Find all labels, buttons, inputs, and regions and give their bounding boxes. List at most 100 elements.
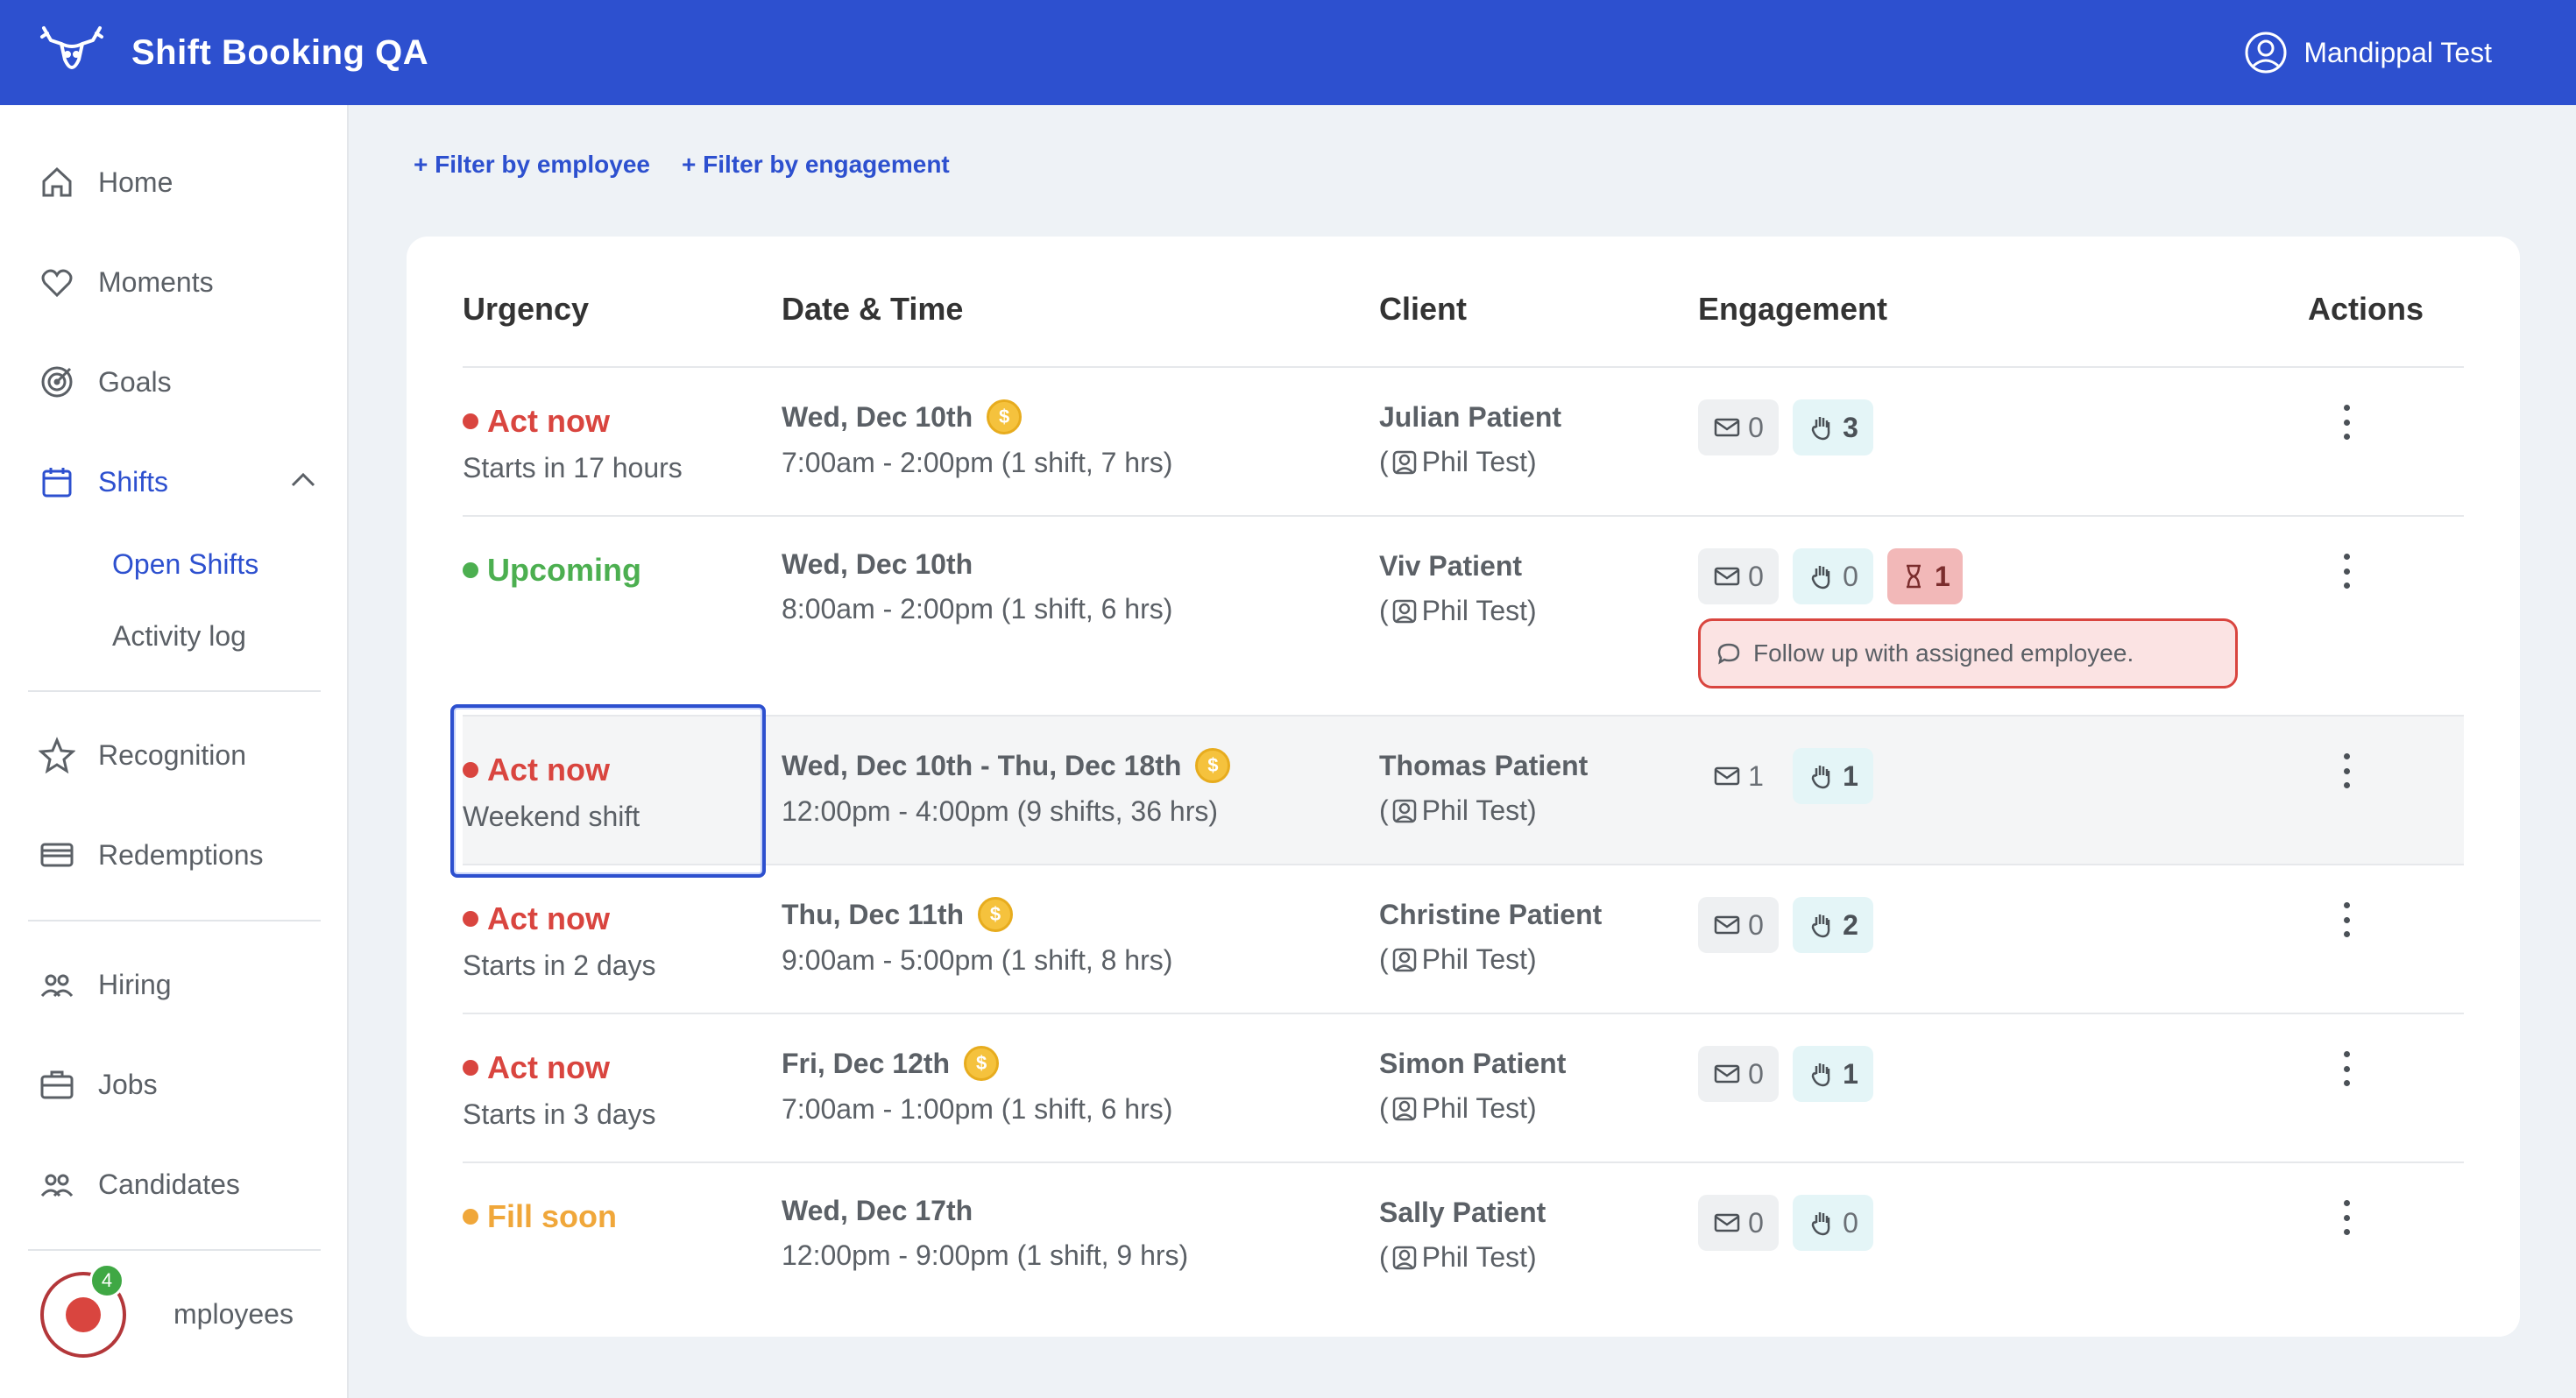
people-icon [40, 974, 74, 998]
urgency-detail: Starts in 3 days [463, 1098, 656, 1130]
shift-date: Wed, Dec 10th [782, 548, 973, 580]
status-dot-icon [463, 1209, 478, 1225]
messages-pill[interactable]: 0 [1698, 1046, 1779, 1102]
chevron-up-icon[interactable] [287, 464, 319, 496]
person-icon [1392, 799, 1416, 823]
notification-badge: 4 [89, 1263, 124, 1298]
header-client[interactable]: Client [1379, 291, 1467, 328]
shift-date: Wed, Dec 10th $ [782, 399, 1172, 434]
row-actions-menu-icon[interactable] [2338, 753, 2355, 788]
sidebar-item-label: Moments [98, 265, 214, 298]
urgency-status: Act now [463, 900, 656, 937]
sidebar-item-hiring[interactable]: Hiring [39, 958, 172, 1011]
shift-date: Wed, Dec 10th - Thu, Dec 18th $ [782, 748, 1231, 783]
row-actions-menu-icon[interactable] [2338, 1200, 2355, 1235]
brand[interactable]: Shift Booking QA [39, 25, 428, 81]
assigned-employee: (Phil Test) [1379, 446, 1537, 477]
sidebar-subitem-open-shifts[interactable]: Open Shifts [112, 548, 258, 581]
table-row[interactable]: Upcoming Wed, Dec 10th 8:00am - 2:00pm (… [463, 515, 2464, 715]
people-icon [40, 1174, 74, 1197]
sidebar-item-moments[interactable]: Moments [39, 256, 214, 308]
status-dot-icon [463, 413, 478, 429]
sidebar-item-shifts[interactable]: Shifts [39, 455, 168, 508]
messages-pill[interactable]: 1 [1698, 748, 1779, 804]
filter-bar: + Filter by employee + Filter by engagem… [414, 151, 950, 179]
sidebar-item-jobs[interactable]: Jobs [39, 1058, 158, 1111]
header-engagement[interactable]: Engagement [1698, 291, 1887, 328]
raised-hand-icon [1811, 766, 1830, 789]
interest-pill[interactable]: 1 [1793, 1046, 1873, 1102]
row-actions-menu-icon[interactable] [2338, 902, 2355, 937]
row-actions-menu-icon[interactable] [2338, 405, 2355, 440]
messages-pill[interactable]: 0 [1698, 548, 1779, 604]
assigned-employee: (Phil Test) [1379, 1092, 1537, 1124]
sidebar-item-goals[interactable]: Goals [39, 356, 172, 408]
sidebar-item-redemptions[interactable]: Redemptions [39, 829, 264, 881]
interest-pill[interactable]: 0 [1793, 548, 1873, 604]
sidebar-subitem-activity-log[interactable]: Activity log [112, 620, 246, 653]
header-urgency[interactable]: Urgency [463, 291, 589, 328]
follow-up-note[interactable]: Follow up with assigned employee. [1698, 618, 2238, 688]
interest-pill[interactable]: 1 [1793, 748, 1873, 804]
client-name[interactable]: Viv Patient [1379, 550, 1537, 582]
sidebar-item-employees[interactable]: mployees [173, 1288, 294, 1340]
messages-pill[interactable]: 0 [1698, 1195, 1779, 1251]
table-header: Urgency Date & Time Client Engagement Ac… [407, 291, 2520, 343]
home-icon [42, 166, 72, 197]
bonus-coin-icon: $ [964, 1046, 1000, 1081]
messages-pill[interactable]: 0 [1698, 897, 1779, 953]
engagement-cell: 0 3 [1698, 399, 1873, 455]
sidebar-item-label: Redemptions [98, 838, 264, 871]
sidebar: Home Moments Goals Shifts Open Shifts Ac… [0, 105, 349, 1398]
mail-icon [1714, 915, 1740, 935]
client-name[interactable]: Simon Patient [1379, 1048, 1566, 1080]
engagement-cell: 0 0 1 [1698, 548, 1963, 604]
shift-time: 12:00pm - 9:00pm (1 shift, 9 hrs) [782, 1239, 1189, 1271]
header-datetime[interactable]: Date & Time [782, 291, 963, 328]
interest-pill[interactable]: 2 [1793, 897, 1873, 953]
client-name[interactable]: Thomas Patient [1379, 750, 1588, 782]
shift-date: Wed, Dec 17th [782, 1195, 973, 1226]
card-icon [40, 843, 74, 867]
filter-by-engagement-link[interactable]: + Filter by engagement [682, 151, 950, 179]
person-icon [1392, 948, 1416, 971]
urgency-status: Act now [463, 403, 683, 440]
sidebar-item-recognition[interactable]: Recognition [39, 729, 246, 781]
client-name[interactable]: Sally Patient [1379, 1197, 1546, 1229]
table-row[interactable]: Act now Starts in 3 days Fri, Dec 12th $ … [463, 1013, 2464, 1161]
person-icon [1392, 1246, 1416, 1269]
row-actions-menu-icon[interactable] [2338, 554, 2355, 589]
heart-icon [41, 269, 73, 298]
record-dot-icon [66, 1297, 101, 1332]
assigned-employee: (Phil Test) [1379, 794, 1537, 826]
interest-pill[interactable]: 0 [1793, 1195, 1873, 1251]
shift-date: Fri, Dec 12th $ [782, 1046, 1172, 1081]
raised-hand-icon [1811, 417, 1830, 441]
engagement-cell: 0 2 [1698, 897, 1873, 953]
client-name[interactable]: Christine Patient [1379, 899, 1602, 931]
sidebar-item-label: mployees [173, 1297, 294, 1330]
pending-pill[interactable]: 1 [1887, 548, 1963, 604]
table-row[interactable]: Act now Starts in 17 hours Wed, Dec 10th… [463, 366, 2464, 515]
table-row[interactable]: Fill soon Wed, Dec 17th 12:00pm - 9:00pm… [463, 1161, 2464, 1310]
filter-by-employee-link[interactable]: + Filter by employee [414, 151, 650, 179]
sidebar-item-home[interactable]: Home [39, 156, 173, 208]
mail-icon [1714, 418, 1740, 437]
row-actions-menu-icon[interactable] [2338, 1051, 2355, 1086]
urgency-status: Fill soon [463, 1198, 617, 1235]
user-menu[interactable]: Mandippal Test [2244, 0, 2492, 105]
bonus-coin-icon: $ [1195, 748, 1231, 783]
messages-pill[interactable]: 0 [1698, 399, 1779, 455]
person-icon [1392, 450, 1416, 474]
hourglass-icon [1907, 564, 1921, 589]
client-name[interactable]: Julian Patient [1379, 401, 1561, 434]
person-icon [1392, 1097, 1416, 1120]
table-row[interactable]: Act now Starts in 2 days Thu, Dec 11th $ … [463, 864, 2464, 1013]
shift-time: 12:00pm - 4:00pm (9 shifts, 36 hrs) [782, 795, 1218, 827]
chat-bubble-icon [1717, 643, 1740, 665]
interest-pill[interactable]: 3 [1793, 399, 1873, 455]
user-circle-icon [2245, 32, 2287, 74]
sidebar-item-candidates[interactable]: Candidates [39, 1158, 240, 1211]
shift-date: Thu, Dec 11th $ [782, 897, 1172, 932]
sidebar-divider [28, 690, 321, 692]
